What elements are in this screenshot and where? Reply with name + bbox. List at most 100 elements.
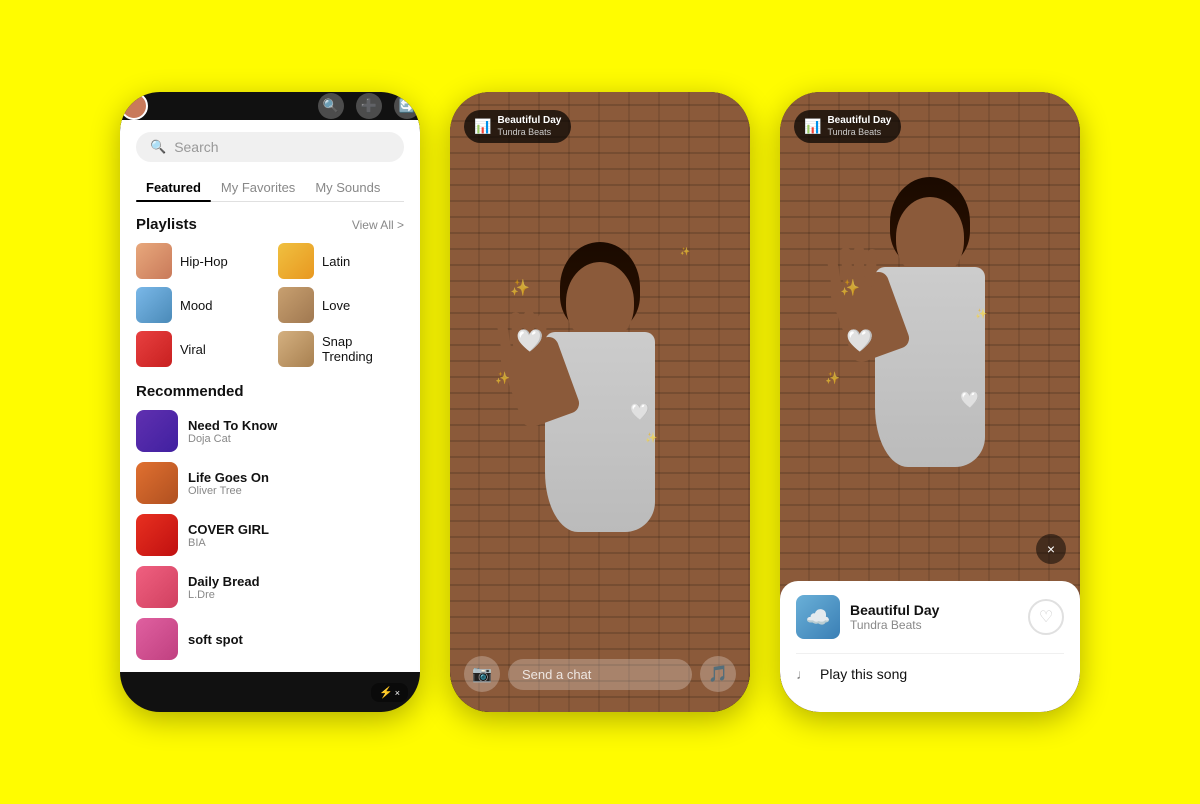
music-tag-artist: Tundra Beats <box>497 127 561 138</box>
tab-bar: Featured My Favorites My Sounds <box>136 174 404 202</box>
list-item[interactable]: Need To Know Doja Cat <box>136 410 404 452</box>
tab-my-favorites[interactable]: My Favorites <box>211 174 305 201</box>
list-item[interactable]: Snap Trending <box>278 331 404 367</box>
playlists-header: Playlists View All > <box>136 216 404 233</box>
rec-info: Daily Bread L.Dre <box>188 574 260 601</box>
chat-input[interactable]: Send a chat <box>508 659 692 690</box>
tab-featured[interactable]: Featured <box>136 174 211 201</box>
recommended-title: Recommended <box>136 383 244 400</box>
rec-artist-dailybread: L.Dre <box>188 589 260 601</box>
add-friend-icon[interactable]: ➕ <box>356 93 382 119</box>
divider <box>796 653 1064 654</box>
playlist-thumb-mood <box>136 287 172 323</box>
rec-info: Need To Know Doja Cat <box>188 418 277 445</box>
music-note-icon: ♩ <box>796 666 810 682</box>
rec-title-dailybread: Daily Bread <box>188 574 260 589</box>
rec-info: COVER GIRL BIA <box>188 522 269 549</box>
rec-info: Life Goes On Oliver Tree <box>188 470 269 497</box>
rec-thumb-lifegoes <box>136 462 178 504</box>
music-panel: 🔍 Search Featured My Favorites My Sounds… <box>120 120 420 672</box>
list-item[interactable]: Viral <box>136 331 262 367</box>
camera-btn[interactable]: 📷 <box>464 656 500 692</box>
search-bar-icon: 🔍 <box>150 139 166 155</box>
close-song-card-btn[interactable]: × <box>1036 534 1066 564</box>
search-bar[interactable]: 🔍 Search <box>136 132 404 162</box>
song-card-top: ☁️ Beautiful Day Tundra Beats ♡ <box>796 595 1064 639</box>
search-icon[interactable]: 🔍 <box>318 93 344 119</box>
camera-preview-1: 🔍 ➕ 🔄 ⚡ × <box>120 92 420 120</box>
search-input[interactable]: Search <box>174 139 218 155</box>
play-song-label: Play this song <box>820 666 907 682</box>
list-item[interactable]: Latin <box>278 243 404 279</box>
recommended-list: Need To Know Doja Cat Life Goes On Olive… <box>136 410 404 660</box>
favorite-btn[interactable]: ♡ <box>1028 599 1064 635</box>
rec-title-needtoknow: Need To Know <box>188 418 277 433</box>
song-card-artist: Tundra Beats <box>850 618 939 632</box>
song-card-thumb: ☁️ <box>796 595 840 639</box>
rec-title-lifegoes: Life Goes On <box>188 470 269 485</box>
playlist-thumb-snaptrending <box>278 331 314 367</box>
music-tag-artist-3: Tundra Beats <box>827 127 891 138</box>
music-tag-song: Beautiful Day <box>497 115 561 127</box>
music-wave-icon: 📊 <box>474 118 491 135</box>
rec-title-softspot: soft spot <box>188 632 243 647</box>
list-item[interactable]: Daily Bread L.Dre <box>136 566 404 608</box>
music-tag-text-3: Beautiful Day Tundra Beats <box>827 115 891 138</box>
flash-icon-symbol: ⚡ <box>379 686 393 699</box>
flash-off-symbol: × <box>395 688 400 698</box>
flash-indicator: ⚡ × <box>371 683 408 702</box>
music-tag-text: Beautiful Day Tundra Beats <box>497 115 561 138</box>
playlist-name-mood: Mood <box>180 298 213 313</box>
playlist-name-snaptrending: Snap Trending <box>322 334 404 364</box>
rec-thumb-needtoknow <box>136 410 178 452</box>
top-icons: 🔍 ➕ 🔄 <box>318 93 420 119</box>
list-item[interactable]: soft spot <box>136 618 404 660</box>
playlist-grid: Hip-Hop Latin Mood Love Viral <box>136 243 404 367</box>
list-item[interactable]: Mood <box>136 287 262 323</box>
song-card-title: Beautiful Day <box>850 602 939 618</box>
rec-thumb-dailybread <box>136 566 178 608</box>
recommended-header: Recommended <box>136 383 404 400</box>
play-song-row[interactable]: ♩ Play this song <box>796 666 1064 682</box>
view-all-link[interactable]: View All > <box>352 218 404 232</box>
playlist-thumb-latin <box>278 243 314 279</box>
playlist-name-love: Love <box>322 298 350 313</box>
song-card-info: ☁️ Beautiful Day Tundra Beats <box>796 595 939 639</box>
music-wave-icon-3: 📊 <box>804 118 821 135</box>
song-card-text: Beautiful Day Tundra Beats <box>850 602 939 632</box>
person-silhouette <box>490 242 710 642</box>
playlists-title: Playlists <box>136 216 197 233</box>
rec-thumb-covergirl <box>136 514 178 556</box>
rec-thumb-softspot <box>136 618 178 660</box>
rec-artist-lifegoes: Oliver Tree <box>188 485 269 497</box>
playlist-thumb-hiphop <box>136 243 172 279</box>
music-btn[interactable]: 🎵 <box>700 656 736 692</box>
phone-1: 🔍 ➕ 🔄 ⚡ × 🔍 Search Featured My Favorites… <box>120 92 420 712</box>
music-tag-3[interactable]: 📊 Beautiful Day Tundra Beats <box>794 110 901 143</box>
rec-title-covergirl: COVER GIRL <box>188 522 269 537</box>
camera-top-bar: 🔍 ➕ 🔄 <box>120 92 420 120</box>
song-card: ☁️ Beautiful Day Tundra Beats ♡ ♩ Play t… <box>780 581 1080 712</box>
music-tag-2[interactable]: 📊 Beautiful Day Tundra Beats <box>464 110 571 143</box>
playlist-thumb-viral <box>136 331 172 367</box>
camera-full-2: ✨ ✨ ✨ ✨ 🤍 🤍 📊 Beautiful Day Tundra Beats… <box>450 92 750 712</box>
tab-my-sounds[interactable]: My Sounds <box>305 174 390 201</box>
bottom-bar-2: 📷 Send a chat 🎵 <box>450 646 750 712</box>
camera-full-3: ✨ ✨ ✨ 🤍 🤍 📊 Beautiful Day Tundra Beats × <box>780 92 1080 712</box>
playlist-thumb-love <box>278 287 314 323</box>
playlist-name-hiphop: Hip-Hop <box>180 254 228 269</box>
playlist-name-viral: Viral <box>180 342 206 357</box>
flip-camera-icon[interactable]: 🔄 <box>394 93 420 119</box>
list-item[interactable]: Love <box>278 287 404 323</box>
list-item[interactable]: COVER GIRL BIA <box>136 514 404 556</box>
avatar[interactable] <box>120 92 148 120</box>
rec-artist-covergirl: BIA <box>188 537 269 549</box>
phone-3: ✨ ✨ ✨ 🤍 🤍 📊 Beautiful Day Tundra Beats × <box>780 92 1080 712</box>
person-silhouette-3 <box>820 177 1040 557</box>
music-tag-song-3: Beautiful Day <box>827 115 891 127</box>
rec-artist-needtoknow: Doja Cat <box>188 433 277 445</box>
list-item[interactable]: Hip-Hop <box>136 243 262 279</box>
phone-2: ✨ ✨ ✨ ✨ 🤍 🤍 📊 Beautiful Day Tundra Beats… <box>450 92 750 712</box>
list-item[interactable]: Life Goes On Oliver Tree <box>136 462 404 504</box>
rec-info: soft spot <box>188 632 243 647</box>
